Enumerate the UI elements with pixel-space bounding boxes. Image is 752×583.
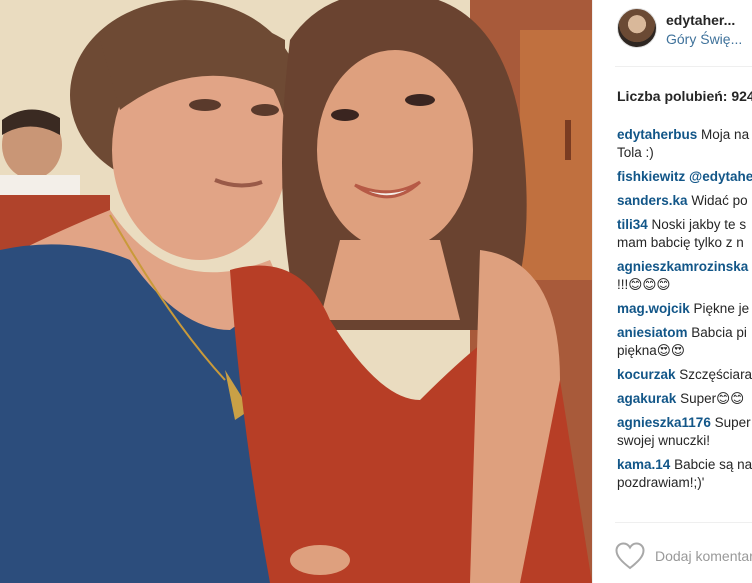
comment-author[interactable]: sanders.ka: [617, 193, 688, 208]
comment-text: Widać po: [691, 193, 748, 208]
footer-divider: [615, 522, 752, 523]
post-header: edytaher... Góry Świę...: [593, 0, 752, 58]
header-divider: [615, 66, 752, 67]
comment-mention[interactable]: @edytahe: [689, 169, 752, 184]
comment-text-continuation: Tola :): [617, 145, 654, 160]
comment-text-continuation: piękna😍😍: [617, 343, 685, 358]
comment-author[interactable]: agnieszka1176: [617, 415, 711, 430]
location-link[interactable]: Góry Świę...: [666, 31, 742, 47]
comment-item: tili34 Noski jakby te s mam babcię tylko…: [617, 216, 752, 252]
comment-text: Babcie są na: [674, 457, 752, 472]
comment-item: kocurzak Szczęściara: [617, 366, 752, 384]
heart-icon[interactable]: [615, 542, 645, 570]
comment-text: Super: [714, 415, 751, 430]
comment-author[interactable]: agnieszkamrozinska: [617, 259, 748, 274]
comment-item: aniesiatom Babcia pi piękna😍😍: [617, 324, 752, 360]
comment-text: Super😊😊: [680, 391, 745, 406]
comment-author[interactable]: mag.wojcik: [617, 301, 690, 316]
comment-item: fishkiewitz @edytahe: [617, 168, 752, 186]
comment-item: kama.14 Babcie są na pozdrawiam!;)': [617, 456, 752, 492]
post-photo[interactable]: [0, 0, 592, 583]
comment-author[interactable]: agakurak: [617, 391, 676, 406]
comment-list: edytaherbus Moja na Tola :) fishkiewitz …: [617, 126, 752, 498]
comment-item: agakurak Super😊😊: [617, 390, 752, 408]
comment-text: Szczęściara: [679, 367, 752, 382]
username-link[interactable]: edytaher...: [666, 12, 735, 28]
likes-count[interactable]: Liczba polubień: 924: [617, 88, 752, 104]
comment-text-continuation: !!!😊😊😊: [617, 277, 671, 292]
comment-author[interactable]: kama.14: [617, 457, 670, 472]
comment-text: Noski jakby te s: [651, 217, 747, 232]
add-comment-input[interactable]: Dodaj komentarz...: [655, 548, 752, 564]
comment-item: sanders.ka Widać po: [617, 192, 752, 210]
avatar[interactable]: [617, 8, 657, 48]
post-side-panel: edytaher... Góry Świę... Liczba polubień…: [592, 0, 752, 583]
comment-item: mag.wojcik Piękne je: [617, 300, 752, 318]
comment-text: Babcia pi: [691, 325, 747, 340]
comment-author[interactable]: fishkiewitz: [617, 169, 685, 184]
comment-author[interactable]: edytaherbus: [617, 127, 697, 142]
comment-author[interactable]: kocurzak: [617, 367, 676, 382]
comment-item: agnieszka1176 Super swojej wnuczki!: [617, 414, 752, 450]
comment-text: Piękne je: [693, 301, 750, 316]
comment-text: Moja na: [701, 127, 750, 142]
comment-text-continuation: mam babcię tylko z n: [617, 235, 744, 250]
comment-text-continuation: swojej wnuczki!: [617, 433, 711, 448]
comment-footer: Dodaj komentarz...: [593, 530, 752, 583]
comment-item: agnieszkamrozinska !!!😊😊😊: [617, 258, 752, 294]
comment-author[interactable]: aniesiatom: [617, 325, 688, 340]
comment-author[interactable]: tili34: [617, 217, 648, 232]
photo-illustration: [0, 0, 592, 583]
comment-text-continuation: pozdrawiam!;)': [617, 475, 705, 490]
comment-item: edytaherbus Moja na Tola :): [617, 126, 752, 162]
